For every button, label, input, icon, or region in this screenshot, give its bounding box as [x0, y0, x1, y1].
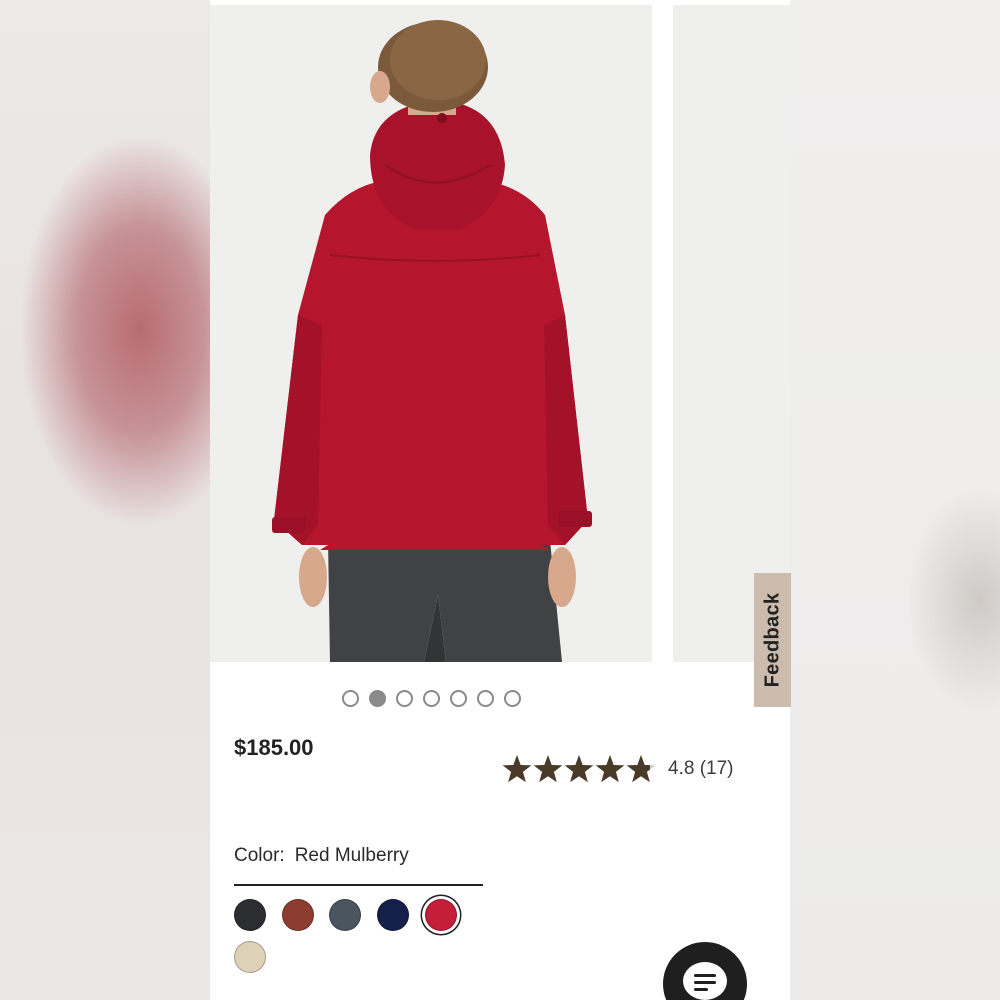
pagination-dot[interactable] — [449, 690, 467, 707]
image-pagination — [210, 690, 652, 712]
chat-bubble-icon — [683, 962, 727, 1000]
feedback-label: Feedback — [761, 592, 783, 688]
star-icon — [626, 755, 650, 783]
product-page: $185.00 4.8 (17) Color: Red Mulberry — [210, 0, 790, 1000]
blurred-background-right — [790, 0, 1000, 1000]
pagination-dot[interactable] — [395, 690, 413, 707]
color-swatch-slate[interactable] — [329, 899, 361, 931]
color-swatch-rust[interactable] — [282, 899, 314, 931]
pagination-dot[interactable] — [422, 690, 440, 707]
pagination-dot[interactable] — [503, 690, 521, 707]
color-label: Color: — [234, 845, 285, 866]
feedback-tab[interactable]: Feedback — [754, 573, 791, 707]
star-icon — [533, 755, 563, 783]
star-icon — [564, 755, 594, 783]
next-product-image[interactable] — [673, 5, 790, 662]
rating-summary: 4.8 (17) — [668, 758, 734, 779]
product-rating[interactable]: 4.8 (17) — [502, 753, 733, 785]
product-price: $185.00 — [234, 735, 314, 760]
star-icon-group — [502, 755, 654, 783]
jacket-back-view-image — [210, 5, 652, 662]
product-image[interactable] — [210, 5, 652, 662]
rating-stars — [502, 753, 654, 785]
star-icon — [502, 755, 532, 783]
image-gallery[interactable] — [210, 5, 790, 662]
color-swatch-sand[interactable] — [234, 941, 266, 973]
pagination-dot[interactable] — [341, 690, 359, 707]
blurred-background-left — [0, 0, 210, 1000]
star-icon — [595, 755, 625, 783]
selected-color-name: Red Mulberry — [294, 845, 409, 866]
pagination-dot[interactable] — [368, 690, 386, 707]
color-swatch-red-mulberry[interactable] — [425, 899, 457, 931]
chat-button[interactable] — [663, 942, 747, 1000]
color-swatch-black[interactable] — [234, 899, 266, 931]
color-divider — [234, 884, 483, 886]
pagination-dot[interactable] — [476, 690, 494, 707]
color-selector-label: Color: Red Mulberry — [234, 845, 409, 867]
color-swatch-navy[interactable] — [377, 899, 409, 931]
